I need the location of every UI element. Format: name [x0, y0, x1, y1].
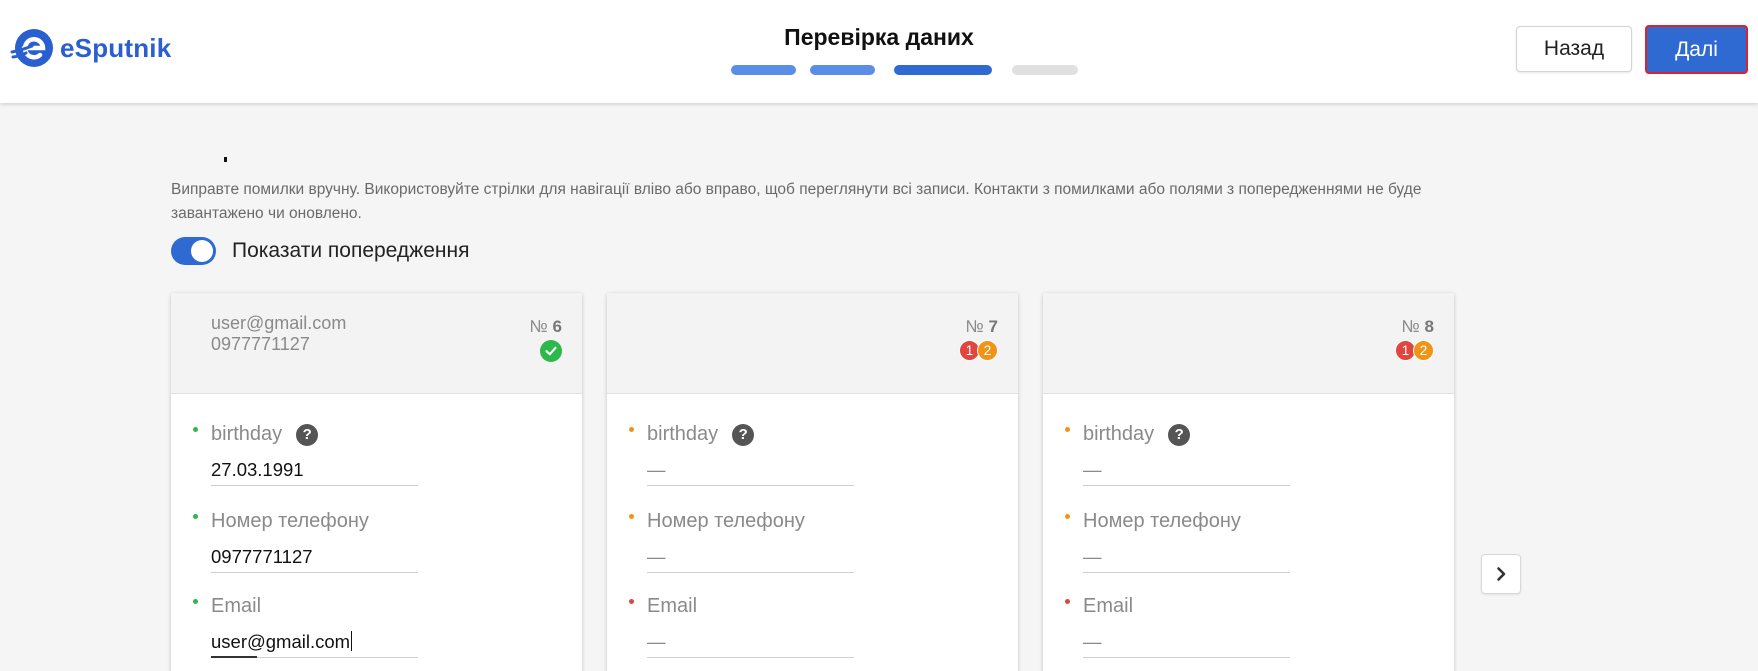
field-phone: Номер телефону —	[1065, 510, 1290, 573]
show-warnings-row: Показати попередження	[171, 237, 469, 265]
card-number: № 8	[1401, 317, 1434, 336]
next-button[interactable]: Далі	[1645, 25, 1748, 74]
field-phone: Номер телефону —	[629, 510, 854, 573]
field-email: Email user@gmail.com	[193, 595, 418, 658]
card-status: 1 2	[1395, 340, 1434, 361]
field-phone: Номер телефону 0977771127	[193, 510, 418, 573]
status-dot	[629, 514, 634, 519]
step-4-bar	[1012, 65, 1078, 75]
toggle-knob	[191, 240, 213, 262]
phone-input[interactable]: 0977771127	[211, 544, 418, 573]
show-warnings-toggle[interactable]	[171, 237, 216, 265]
contact-card: user@gmail.com 0977771127 № 6 birthday? …	[171, 293, 582, 671]
field-label: birthday	[211, 423, 283, 445]
warning-count-badge: 2	[1413, 340, 1434, 361]
field-email: Email —	[629, 595, 854, 658]
field-label: birthday	[647, 423, 719, 445]
field-birthday: birthday? —	[1065, 423, 1290, 486]
card-status: 1 2	[959, 340, 998, 361]
warning-count-badge: 2	[977, 340, 998, 361]
step-1-bar	[731, 65, 796, 75]
field-label: Номер телефону	[1083, 510, 1241, 532]
email-value: user@gmail.com	[211, 631, 351, 652]
card-status	[540, 340, 562, 362]
field-label: Email	[211, 595, 262, 617]
text-caret	[351, 631, 353, 651]
status-dot	[1065, 599, 1070, 604]
card-number: № 6	[529, 317, 562, 336]
birthday-input[interactable]: 27.03.1991	[211, 457, 418, 486]
phone-input[interactable]: —	[1083, 544, 1290, 573]
chevron-right-icon	[1497, 567, 1506, 581]
check-icon	[540, 340, 562, 362]
phone-input[interactable]: —	[647, 544, 854, 573]
birthday-input[interactable]: —	[647, 457, 854, 486]
step-3-bar	[894, 65, 992, 75]
field-label: Номер телефону	[647, 510, 805, 532]
next-record-button[interactable]	[1481, 554, 1521, 594]
birthday-input[interactable]: —	[1083, 457, 1290, 486]
step-2-bar	[810, 65, 875, 75]
status-dot	[193, 427, 198, 432]
status-dot	[193, 514, 198, 519]
show-warnings-label: Показати попередження	[232, 239, 470, 262]
back-button[interactable]: Назад	[1516, 26, 1632, 72]
status-dot	[629, 599, 634, 604]
card-number: № 7	[965, 317, 998, 336]
card-header: user@gmail.com 0977771127 № 6	[171, 293, 582, 394]
field-email: Email —	[1065, 595, 1290, 658]
email-input[interactable]: user@gmail.com	[211, 629, 418, 658]
status-dot	[1065, 427, 1070, 432]
top-bar: eSputnik Перевірка даних Назад Далі	[0, 0, 1758, 103]
status-dot	[629, 427, 634, 432]
email-input[interactable]: —	[1083, 629, 1290, 658]
field-label: birthday	[1083, 423, 1155, 445]
status-dot	[1065, 514, 1070, 519]
card-header: № 8 1 2	[1043, 293, 1454, 394]
help-icon[interactable]: ?	[732, 423, 755, 446]
contact-card: № 7 1 2 birthday? — Номер телефону — Ema…	[607, 293, 1018, 671]
card-phone: 0977771127	[211, 334, 310, 354]
help-icon[interactable]: ?	[1168, 423, 1191, 446]
field-birthday: birthday? —	[629, 423, 854, 486]
step-title: Перевірка даних	[784, 24, 974, 50]
field-label: Номер телефону	[211, 510, 369, 532]
focus-underline	[211, 656, 257, 658]
help-icon[interactable]: ?	[296, 423, 319, 446]
email-input[interactable]: —	[647, 629, 854, 658]
field-label: Email	[647, 595, 698, 617]
contact-card: № 8 1 2 birthday? — Номер телефону — Ema…	[1043, 293, 1454, 671]
field-birthday: birthday? 27.03.1991	[193, 423, 418, 486]
info-text: Виправте помилки вручну. Використовуйте …	[171, 181, 1422, 222]
card-email: user@gmail.com	[211, 313, 347, 333]
status-dot	[193, 599, 198, 604]
card-header: № 7 1 2	[607, 293, 1018, 394]
field-label: Email	[1083, 595, 1134, 617]
heading-fragment	[224, 157, 227, 162]
